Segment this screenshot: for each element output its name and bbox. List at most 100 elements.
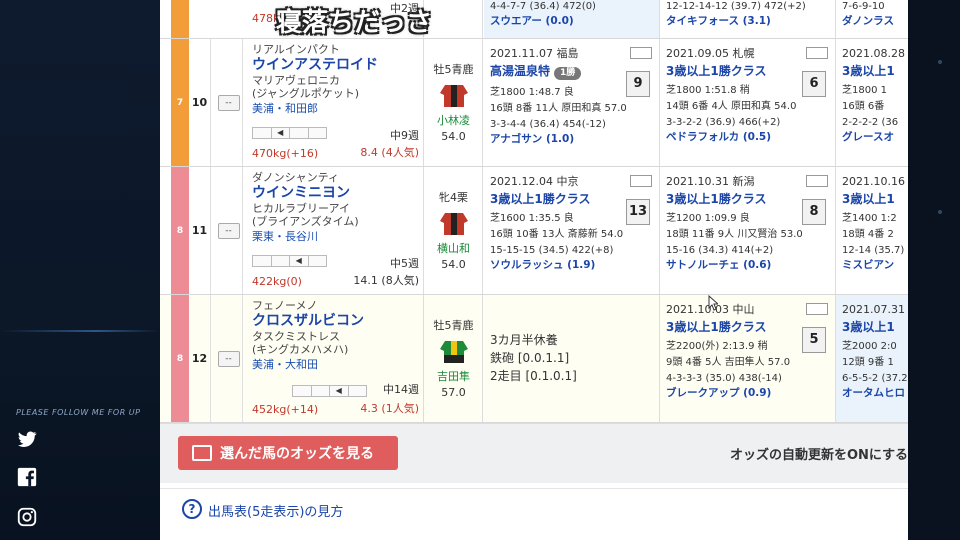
race-passing: 4-4-7-7 (36.4) 472(0)	[490, 1, 596, 12]
race-passing: 3-3-2-2 (36.9) 466(+2)	[666, 117, 781, 128]
view-selected-odds-label: 選んだ馬のオッズを見る	[220, 446, 374, 462]
facebook-icon[interactable]	[16, 466, 38, 488]
horse-name[interactable]: ウインアステロイド	[252, 56, 419, 74]
table-row: 7 10 -- リアルインパクト ウインアステロイド マリアヴェロニカ (ジャン…	[160, 39, 908, 167]
race-winner[interactable]: ペドラフォルカ (0.5)	[666, 130, 829, 144]
help-link[interactable]: 出馬表(5走表示)の見方	[208, 501, 343, 520]
rest-line-1: 鉄砲 [0.0.1.1]	[490, 351, 570, 365]
video-icon[interactable]	[806, 175, 828, 187]
light-beam	[0, 330, 160, 332]
race-name[interactable]: 3歳以上1	[842, 192, 908, 206]
video-icon[interactable]	[806, 47, 828, 59]
past-race-3[interactable]: 2021.08.28 3歳以上1 芝1800 1 16頭 6番 2-2-2-2 …	[836, 39, 908, 166]
prediction-mark[interactable]: --	[215, 39, 243, 166]
screen: PLEASE FOLLOW ME FOR UP 中2週 478kg(4-4-7…	[0, 0, 960, 540]
race-date: 2021.07.31	[842, 303, 905, 316]
past-race-2[interactable]: 2021.09.05 札幌 3歳以上1勝クラス 芝1800 1:51.8 稍 1…	[660, 39, 836, 166]
table-row-partial: 中2週 478kg( 4-4-7-7 (36.4) 472(0) スウエアー (…	[160, 0, 908, 39]
race-date: 2021.09.05 札幌	[666, 47, 755, 60]
race-passing: 6-5-5-2 (37.2	[842, 373, 908, 384]
horse-name[interactable]: クロスザルビコン	[252, 312, 419, 330]
past-race-2[interactable]: 2021.10.31 新潟 3歳以上1勝クラス 芝1200 1:09.9 良 1…	[660, 167, 836, 294]
jockey-name[interactable]: 吉田隼	[425, 368, 482, 384]
race-winner[interactable]: アナゴサン (1.0)	[490, 132, 653, 146]
video-icon[interactable]	[630, 47, 652, 59]
race-passing: 4-3-3-3 (35.0) 438(-14)	[666, 373, 782, 384]
race-winner[interactable]: オータムヒロ	[842, 386, 908, 400]
rest-weeks: 中5週	[390, 257, 419, 270]
trainer-name[interactable]: 美浦・大和田	[252, 357, 419, 372]
carried-weight: 54.0	[441, 258, 466, 271]
past-race-2[interactable]: 12-12-14-12 (39.7) 472(+2) タイキフォース (3.1)	[660, 0, 836, 38]
sire-name: リアルインパクト	[252, 43, 340, 56]
horse-number: 12	[189, 295, 211, 422]
race-winner[interactable]: ミスビアン	[842, 258, 908, 272]
trainer-name[interactable]: 栗東・長谷川	[252, 229, 419, 244]
race-name[interactable]: 3歳以上1	[842, 64, 908, 78]
horse-cell: ダノンシャンティ ウインミニヨン ヒカルラブリーアイ (ブライアンズタイム) 栗…	[248, 167, 424, 294]
view-selected-odds-button[interactable]: 選んだ馬のオッズを見る	[178, 436, 398, 470]
waku-number: 7	[171, 39, 189, 166]
finish-rank: 13	[626, 199, 650, 225]
jockey-name[interactable]: 横山和	[425, 240, 482, 256]
race-date: 2021.12.04 中京	[490, 175, 579, 188]
past-race-3[interactable]: 2021.10.16 3歳以上1 芝1400 1:2 18頭 4番 2 12-1…	[836, 167, 908, 294]
trainer-name[interactable]: 美浦・和田郎	[252, 101, 419, 116]
carried-weight: 54.0	[441, 130, 466, 143]
finish-rank: 6	[802, 71, 826, 97]
odds-list-icon	[192, 445, 212, 461]
rest-weeks: 中14週	[383, 383, 419, 396]
race-date: 2021.10.31 新潟	[666, 175, 755, 188]
race-winner[interactable]: グレースオ	[842, 130, 908, 144]
race-name[interactable]: 3歳以上1	[842, 320, 908, 334]
past-race-3[interactable]: 7-6-9-10 ダノンラス	[836, 0, 908, 38]
jockey-cell: 牡5青鹿 小林凌 54.0	[425, 39, 483, 166]
waku-number: 8	[171, 295, 189, 422]
video-icon[interactable]	[806, 303, 828, 315]
race-winner[interactable]: スウエアー (0.0)	[490, 14, 653, 28]
prediction-mark[interactable]: --	[215, 295, 243, 422]
horse-name[interactable]: ウインミニヨン	[252, 184, 419, 202]
twitter-icon[interactable]	[16, 428, 38, 450]
jockey-silk-icon	[439, 213, 468, 235]
jockey-cell: 牡5青鹿 吉田隼 57.0	[425, 295, 483, 422]
past-race-2[interactable]: 2021.07.31 3歳以上1 芝2000 2:0 12頭 9番 1 6-5-…	[836, 295, 908, 422]
race-winner[interactable]: ダノンラス	[842, 14, 908, 28]
odds-value: 14.1 (8人気)	[353, 274, 419, 287]
past-race-1[interactable]: 2021.11.07 福島 高湯温泉特 1勝 芝1800 1:48.7 良 16頭…	[484, 39, 660, 166]
race-detail: 16頭 10番 13人 斎藤新 54.0	[490, 229, 624, 240]
past-race-1[interactable]: 2021.10.03 中山 3歳以上1勝クラス 芝2200(外) 2:13.9 …	[660, 295, 836, 422]
race-winner[interactable]: ブレークアップ (0.9)	[666, 386, 829, 400]
mark-select[interactable]: --	[217, 222, 240, 239]
rest-info: 3カ月半休養 鉄砲 [0.0.1.1] 2走目 [0.1.0.1]	[484, 295, 660, 422]
race-passing: 7-6-9-10	[842, 1, 885, 12]
race-passing: 15-15-15 (34.5) 422(+8)	[490, 245, 614, 256]
table-row: 8 12 -- フェノーメノ クロスザルビコン タスクミストレス (キングカメハ…	[160, 295, 908, 423]
odds-value: 4.3 (1人気)	[360, 402, 419, 415]
past-race-1[interactable]: 4-4-7-7 (36.4) 472(0) スウエアー (0.0)	[484, 0, 660, 38]
race-date: 2021.10.03 中山	[666, 303, 755, 316]
auto-update-toggle[interactable]: オッズの自動更新をONにする	[730, 444, 908, 463]
jockey-name[interactable]: 小林凌	[425, 112, 482, 128]
stream-overlay-right	[908, 0, 960, 540]
carried-weight: 57.0	[441, 386, 466, 399]
race-winner[interactable]: タイキフォース (3.1)	[666, 14, 829, 28]
finish-rank: 9	[626, 71, 650, 97]
mark-select[interactable]: --	[217, 94, 240, 111]
prediction-mark[interactable]: --	[215, 167, 243, 294]
race-winner[interactable]: サトノルーチェ (0.6)	[666, 258, 829, 272]
race-card-page: 中2週 478kg( 4-4-7-7 (36.4) 472(0) スウエアー (…	[160, 0, 908, 540]
race-name-text: 高湯温泉特	[490, 64, 551, 78]
race-winner[interactable]: ソウルラッシュ (1.9)	[490, 258, 653, 272]
sire-name: ダノンシャンティ	[252, 171, 340, 184]
race-passing: 15-16 (34.3) 414(+2)	[666, 245, 774, 256]
race-condition: 芝2000 2:0	[842, 341, 897, 352]
mark-select[interactable]: --	[217, 350, 240, 367]
instagram-icon[interactable]	[16, 506, 38, 528]
horse-weight: 422kg(0)	[252, 275, 302, 288]
grade-badge: 1勝	[554, 67, 582, 80]
past-race-1[interactable]: 2021.12.04 中京 3歳以上1勝クラス 芝1600 1:35.5 良 1…	[484, 167, 660, 294]
race-condition: 芝1400 1:2	[842, 213, 897, 224]
video-icon[interactable]	[630, 175, 652, 187]
race-date: 2021.08.28	[842, 47, 905, 60]
